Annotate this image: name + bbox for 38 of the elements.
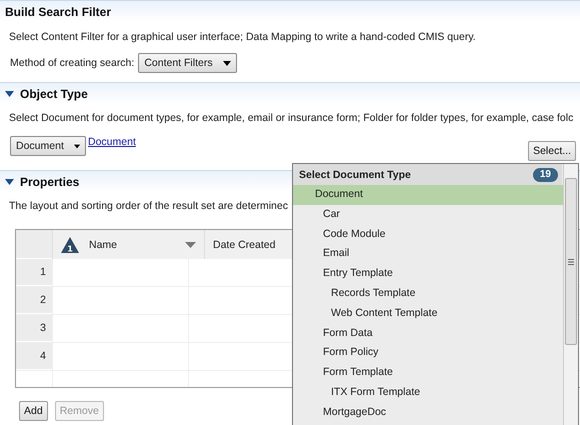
- caret-icon: [74, 144, 80, 148]
- section-title: Build Search Filter: [5, 4, 112, 18]
- tree-item[interactable]: Code Module: [293, 224, 563, 244]
- row-number: 3: [16, 315, 52, 342]
- scroll-thumb[interactable]: [565, 178, 577, 345]
- scrollbar[interactable]: [563, 164, 578, 425]
- tree-item[interactable]: Email: [293, 244, 563, 264]
- tree-item[interactable]: Web Content Template: [293, 304, 563, 324]
- section-title: Properties: [20, 174, 80, 188]
- tree-item[interactable]: Document: [293, 185, 563, 205]
- caret-icon: [222, 60, 231, 66]
- method-label: Method of creating search:: [10, 57, 134, 69]
- section-title: Object Type: [20, 86, 88, 100]
- tree-item[interactable]: Car: [293, 204, 563, 225]
- grip-icon: [568, 258, 574, 264]
- tree-item[interactable]: Form Data: [293, 324, 563, 344]
- popup-title: Select Document Type: [299, 168, 411, 180]
- tree-item[interactable]: ITX Form Template: [293, 382, 563, 403]
- type-dropdown[interactable]: Document: [10, 136, 86, 156]
- tree-item[interactable]: MortgageDoc: [293, 402, 563, 423]
- description-text: Select Content Filter for a graphical user interface; Data Mapping to write a hand-coded CMIS query.: [9, 31, 476, 44]
- tree-item[interactable]: Entry Template: [293, 264, 563, 284]
- type-link[interactable]: Document: [88, 136, 136, 148]
- description-text: The layout and sorting order of the result set are determinec: [9, 200, 288, 213]
- description-text: Select Document for document types, for example, email or insurance form; Folder for folder types, for example, case folc: [9, 112, 574, 125]
- warning-icon: 1: [61, 236, 79, 252]
- select-button[interactable]: Select...: [528, 141, 576, 161]
- tree-item[interactable]: Form Policy: [293, 343, 563, 364]
- column-header[interactable]: 1 Name: [52, 230, 204, 259]
- row-number: 4: [16, 343, 52, 370]
- tree-item[interactable]: Form Template: [293, 363, 563, 383]
- row-number: 2: [16, 287, 52, 314]
- method-dropdown[interactable]: Content Filters: [138, 53, 237, 73]
- row-number: 1: [16, 259, 52, 286]
- action-button[interactable]: Add: [19, 401, 48, 421]
- tree-item[interactable]: Records Template: [293, 284, 563, 304]
- sort-caret-icon: [185, 242, 196, 248]
- count-badge: 19: [532, 168, 558, 182]
